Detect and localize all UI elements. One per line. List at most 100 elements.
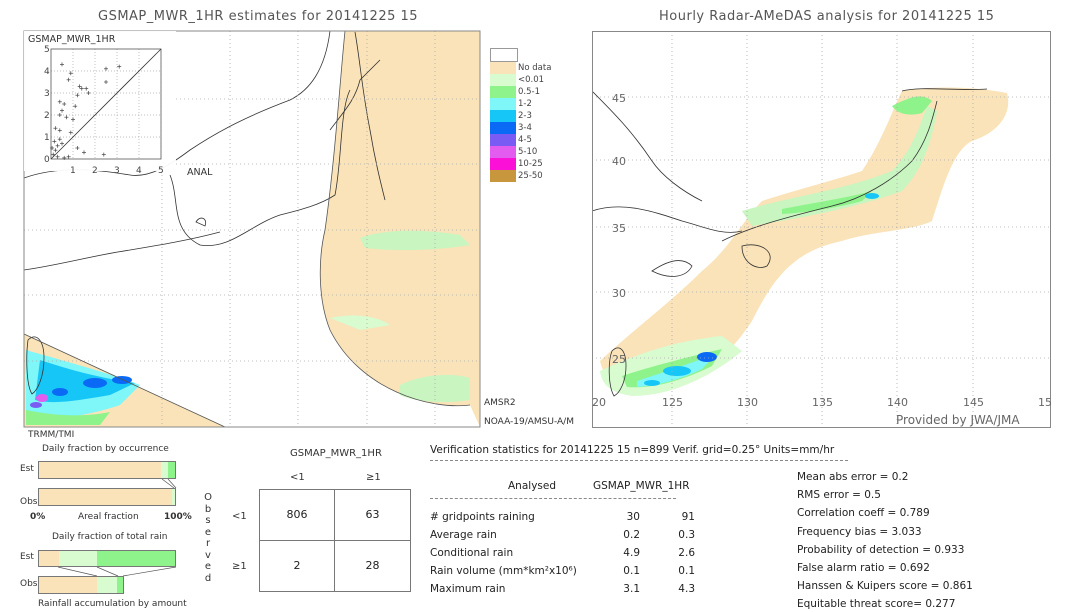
occurrence-est-bar [38, 461, 176, 479]
score-item: RMS error = 0.5 [797, 489, 881, 502]
legend-label: No data [518, 63, 552, 73]
observed-letter: e [204, 526, 212, 538]
lon-label-135: 135 [812, 396, 833, 409]
contingency-col-lt1: <1 [290, 472, 305, 483]
lat-label-30: 30 [612, 287, 626, 300]
legend-item: 25-50 [490, 170, 551, 182]
lon-label-140: 140 [887, 396, 908, 409]
lat-label-25: 25 [612, 353, 626, 366]
sensor-label-noaa19: NOAA-19/AMSU-A/M [484, 417, 574, 427]
stats-value-analysed: 0.1 [623, 565, 640, 577]
contingency-row-lt1: <1 [232, 511, 247, 522]
inset-xtick: 5 [158, 166, 164, 176]
cell-obs-lt1-est-lt1: 806 [260, 490, 335, 541]
contingency-title: GSMAP_MWR_1HR [290, 448, 382, 459]
legend-label: 1-2 [518, 99, 532, 109]
inset-xtick: 2 [92, 166, 98, 176]
stats-value-gsmap: 91 [681, 511, 695, 523]
legend-swatch [490, 158, 516, 170]
legend-swatch-blank [490, 48, 518, 62]
color-legend: No data <0.01 0.5-1 1-2 2-3 3-4 4-5 5-10 10-25 25… [490, 48, 551, 182]
score-item: False alarm ratio = 0.692 [797, 562, 930, 574]
legend-swatch [490, 134, 516, 146]
occurrence-obs-bar [38, 488, 176, 506]
legend-label: 10-25 [518, 159, 543, 169]
lat-label-45: 45 [612, 92, 626, 105]
legend-swatch [490, 86, 516, 98]
stats-value-gsmap: 0.1 [678, 565, 695, 577]
occurrence-title: Daily fraction by occurrence [42, 444, 169, 454]
legend-item: 2-3 [490, 110, 551, 122]
bar-segment [97, 551, 175, 566]
bar-segment [59, 551, 98, 566]
legend-label: 5-10 [518, 147, 538, 157]
score-item: Frequency bias = 3.033 [797, 525, 922, 538]
stats-value-analysed: 30 [626, 511, 640, 523]
observed-letter: v [205, 549, 211, 561]
sensor-label-amsr2: AMSR2 [484, 398, 516, 408]
right-map-rain-area [600, 87, 1009, 396]
legend-label: 2-3 [518, 111, 532, 121]
bar-segment [96, 577, 118, 593]
axis-0-percent: 0% [30, 512, 46, 522]
inset-scatter: 0 1 1 2 2 3 3 4 4 5 5 GSMAP_MWR_1HR ANAL [24, 31, 213, 178]
stats-row-label: Conditional rain [430, 547, 514, 559]
right-map-title: Hourly Radar-AMeDAS analysis for 2014122… [659, 9, 995, 24]
bar-segment [117, 577, 123, 593]
score-item: Equitable threat score= 0.277 [797, 598, 956, 611]
lat-label-40: 40 [612, 155, 626, 168]
right-map: 45 40 35 30 25 20 125 130 135 140 145 15… [592, 31, 1052, 429]
lat-label-35: 35 [612, 222, 626, 235]
stats-col-gsmap: GSMAP_MWR_1HR [593, 480, 690, 492]
stats-value-analysed: 4.9 [623, 547, 640, 559]
occurrence-est-label: Est [20, 464, 34, 474]
inset-xtick: 4 [136, 166, 142, 176]
total-rain-footer: Rainfall accumulation by amount [38, 599, 187, 609]
contingency-col-ge1: ≥1 [366, 472, 381, 483]
score-item: Correlation coeff = 0.789 [797, 507, 930, 520]
legend-item: 0.5-1 [490, 86, 551, 98]
stats-divider-cols [430, 498, 676, 499]
stats-header: Verification statistics for 20141225 15 … [430, 444, 835, 456]
stats-value-gsmap: 4.3 [678, 583, 695, 595]
legend-label: 3-4 [518, 123, 532, 133]
total-rain-title: Daily fraction of total rain [52, 532, 168, 542]
axis-100-percent: 100% [164, 512, 192, 522]
total-rain-est-label: Est [20, 552, 34, 562]
legend-swatch [490, 146, 516, 158]
observed-letter: b [204, 503, 212, 515]
bar-segment [172, 489, 175, 505]
legend-item: 5-10 [490, 146, 551, 158]
legend-label: 25-50 [518, 171, 543, 181]
lon-label-150: 15 [1038, 396, 1052, 409]
legend-swatch [490, 170, 516, 182]
left-map-swath-east [320, 31, 480, 427]
stats-divider-top [430, 460, 848, 461]
inset-ytick: 4 [44, 67, 50, 77]
stats-value-analysed: 0.2 [623, 529, 640, 541]
observed-letter: d [204, 572, 212, 584]
lon-label-120: 20 [592, 396, 606, 409]
axis-areal-fraction: Areal fraction [78, 512, 139, 522]
lon-label-125: 125 [662, 396, 683, 409]
cell-obs-lt1-est-ge1: 63 [335, 490, 410, 541]
legend-item: 1-2 [490, 98, 551, 110]
inset-xlabel: ANAL [187, 167, 213, 178]
legend-swatch [490, 98, 516, 110]
observed-letter: s [205, 515, 211, 526]
stats-row-label: Rain volume (mm*km²x10⁶) [430, 565, 577, 577]
bar-segment [39, 462, 162, 478]
legend-swatch [490, 122, 516, 134]
contingency-table: 806 63 2 28 [259, 489, 411, 592]
inset-ytick: 2 [44, 111, 50, 121]
inset-xtick: 1 [70, 166, 76, 176]
bar-segment [39, 551, 60, 566]
cell-obs-ge1-est-lt1: 2 [260, 540, 335, 591]
legend-label: <0.01 [518, 75, 545, 85]
cell-obs-ge1-est-ge1: 28 [365, 559, 380, 573]
score-item: Mean abs error = 0.2 [797, 471, 909, 483]
verification-figure: GSMAP_MWR_1HR estimates for 20141225 15 … [0, 0, 1080, 612]
legend-item: 4-5 [490, 134, 551, 146]
inset-ytick: 3 [44, 89, 50, 99]
observed-letter: O [204, 492, 212, 503]
